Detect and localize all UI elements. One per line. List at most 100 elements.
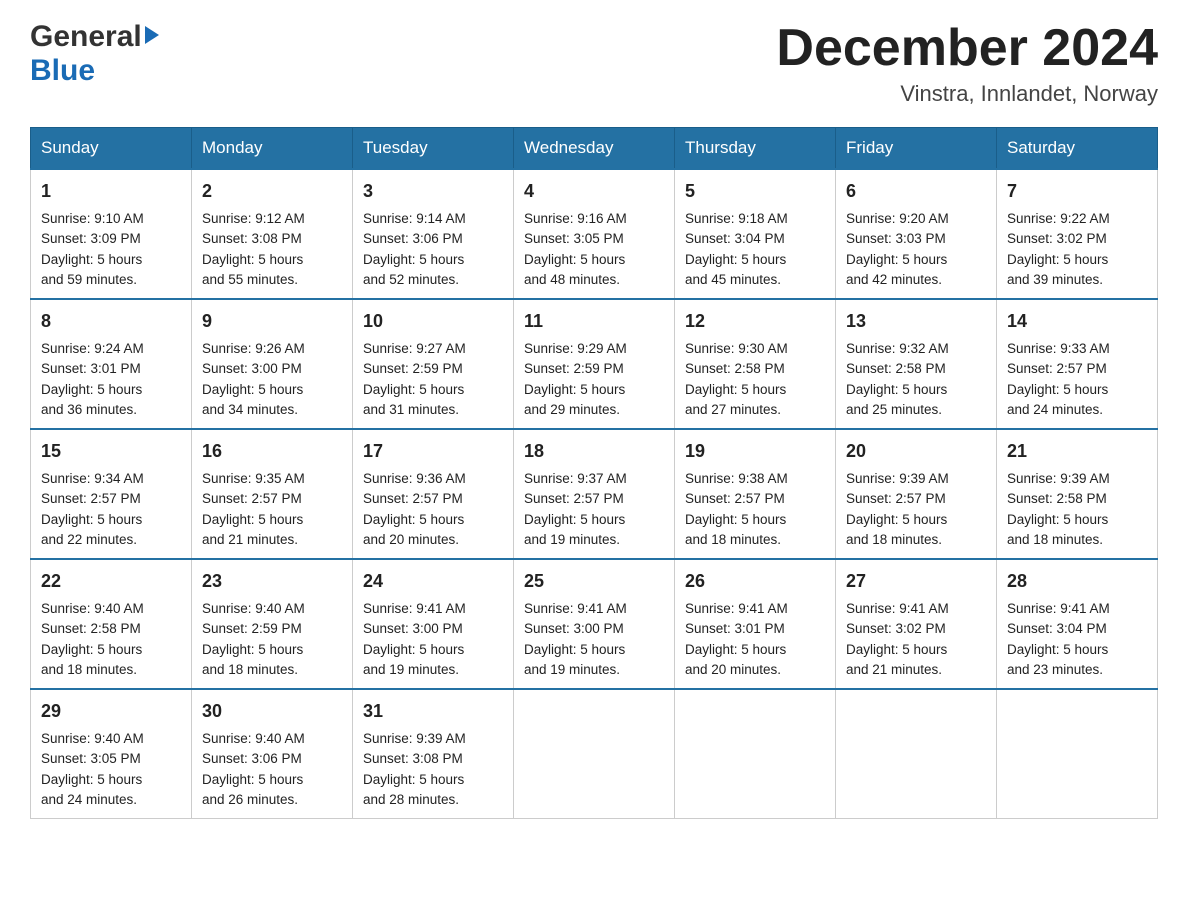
cell-info-line: and 28 minutes.	[363, 792, 459, 807]
cell-info-line: Sunrise: 9:40 AM	[41, 731, 144, 746]
cell-info-line: Sunrise: 9:24 AM	[41, 341, 144, 356]
cell-info-line: Sunset: 2:57 PM	[363, 491, 463, 506]
calendar-day-cell: 13Sunrise: 9:32 AMSunset: 2:58 PMDayligh…	[836, 299, 997, 429]
cell-info-line: and 18 minutes.	[685, 532, 781, 547]
day-number: 6	[846, 178, 986, 205]
cell-info-line: and 23 minutes.	[1007, 662, 1103, 677]
calendar-table: Sunday Monday Tuesday Wednesday Thursday…	[30, 127, 1158, 819]
day-number: 8	[41, 308, 181, 335]
cell-info-line: Daylight: 5 hours	[363, 252, 464, 267]
col-sunday: Sunday	[31, 128, 192, 170]
cell-info-line: Daylight: 5 hours	[685, 642, 786, 657]
day-number: 7	[1007, 178, 1147, 205]
cell-info-line: and 39 minutes.	[1007, 272, 1103, 287]
cell-info-line: Daylight: 5 hours	[1007, 642, 1108, 657]
logo-triangle-icon	[145, 26, 159, 44]
day-number: 29	[41, 698, 181, 725]
cell-info-line: Daylight: 5 hours	[846, 382, 947, 397]
day-number: 26	[685, 568, 825, 595]
calendar-day-cell: 14Sunrise: 9:33 AMSunset: 2:57 PMDayligh…	[997, 299, 1158, 429]
cell-info-line: Sunset: 2:58 PM	[846, 361, 946, 376]
calendar-day-cell: 17Sunrise: 9:36 AMSunset: 2:57 PMDayligh…	[353, 429, 514, 559]
calendar-day-cell: 26Sunrise: 9:41 AMSunset: 3:01 PMDayligh…	[675, 559, 836, 689]
cell-info-line: and 20 minutes.	[685, 662, 781, 677]
day-number: 31	[363, 698, 503, 725]
calendar-day-cell: 9Sunrise: 9:26 AMSunset: 3:00 PMDaylight…	[192, 299, 353, 429]
cell-info-line: and 45 minutes.	[685, 272, 781, 287]
calendar-day-cell: 11Sunrise: 9:29 AMSunset: 2:59 PMDayligh…	[514, 299, 675, 429]
calendar-day-cell: 2Sunrise: 9:12 AMSunset: 3:08 PMDaylight…	[192, 169, 353, 299]
cell-info-line: Sunset: 3:08 PM	[363, 751, 463, 766]
cell-info-line: and 18 minutes.	[202, 662, 298, 677]
cell-info-line: and 34 minutes.	[202, 402, 298, 417]
cell-info-line: Sunset: 2:58 PM	[685, 361, 785, 376]
cell-info-line: and 19 minutes.	[524, 662, 620, 677]
cell-info-line: and 55 minutes.	[202, 272, 298, 287]
cell-info-line: and 22 minutes.	[41, 532, 137, 547]
cell-info-line: Daylight: 5 hours	[1007, 512, 1108, 527]
week-row-4: 22Sunrise: 9:40 AMSunset: 2:58 PMDayligh…	[31, 559, 1158, 689]
calendar-day-cell: 28Sunrise: 9:41 AMSunset: 3:04 PMDayligh…	[997, 559, 1158, 689]
calendar-day-cell: 24Sunrise: 9:41 AMSunset: 3:00 PMDayligh…	[353, 559, 514, 689]
cell-info-line: and 21 minutes.	[202, 532, 298, 547]
cell-info-line: Sunrise: 9:36 AM	[363, 471, 466, 486]
calendar-day-cell: 27Sunrise: 9:41 AMSunset: 3:02 PMDayligh…	[836, 559, 997, 689]
cell-info-line: Daylight: 5 hours	[41, 642, 142, 657]
cell-info-line: Sunrise: 9:26 AM	[202, 341, 305, 356]
cell-info-line: Daylight: 5 hours	[846, 252, 947, 267]
col-thursday: Thursday	[675, 128, 836, 170]
cell-info-line: Sunset: 2:59 PM	[202, 621, 302, 636]
cell-info-line: Sunset: 3:08 PM	[202, 231, 302, 246]
cell-info-line: Sunrise: 9:40 AM	[41, 601, 144, 616]
cell-info-line: Sunset: 2:57 PM	[685, 491, 785, 506]
cell-info-line: and 18 minutes.	[41, 662, 137, 677]
cell-info-line: Sunrise: 9:12 AM	[202, 211, 305, 226]
day-number: 9	[202, 308, 342, 335]
day-number: 18	[524, 438, 664, 465]
cell-info-line: Daylight: 5 hours	[363, 382, 464, 397]
cell-info-line: Sunset: 3:06 PM	[202, 751, 302, 766]
cell-info-line: and 24 minutes.	[41, 792, 137, 807]
cell-info-line: Daylight: 5 hours	[363, 772, 464, 787]
cell-info-line: Daylight: 5 hours	[41, 772, 142, 787]
cell-info-line: Sunrise: 9:41 AM	[363, 601, 466, 616]
cell-info-line: and 52 minutes.	[363, 272, 459, 287]
cell-info-line: Daylight: 5 hours	[1007, 382, 1108, 397]
cell-info-line: Sunset: 2:57 PM	[524, 491, 624, 506]
cell-info-line: Sunset: 2:57 PM	[41, 491, 141, 506]
cell-info-line: Daylight: 5 hours	[202, 512, 303, 527]
cell-info-line: Daylight: 5 hours	[363, 512, 464, 527]
month-title: December 2024	[776, 20, 1158, 77]
cell-info-line: Sunrise: 9:16 AM	[524, 211, 627, 226]
page-header: General Blue December 2024 Vinstra, Innl…	[30, 20, 1158, 107]
cell-info-line: Sunrise: 9:39 AM	[363, 731, 466, 746]
calendar-day-cell: 29Sunrise: 9:40 AMSunset: 3:05 PMDayligh…	[31, 689, 192, 819]
cell-info-line: and 20 minutes.	[363, 532, 459, 547]
cell-info-line: Daylight: 5 hours	[41, 382, 142, 397]
cell-info-line: Daylight: 5 hours	[685, 252, 786, 267]
cell-info-line: Daylight: 5 hours	[41, 512, 142, 527]
cell-info-line: Sunset: 3:03 PM	[846, 231, 946, 246]
calendar-day-cell: 5Sunrise: 9:18 AMSunset: 3:04 PMDaylight…	[675, 169, 836, 299]
day-number: 24	[363, 568, 503, 595]
cell-info-line: and 31 minutes.	[363, 402, 459, 417]
cell-info-line: Sunset: 3:04 PM	[1007, 621, 1107, 636]
cell-info-line: Sunset: 2:57 PM	[1007, 361, 1107, 376]
day-number: 30	[202, 698, 342, 725]
calendar-day-cell	[836, 689, 997, 819]
cell-info-line: Daylight: 5 hours	[524, 512, 625, 527]
cell-info-line: and 42 minutes.	[846, 272, 942, 287]
cell-info-line: Sunset: 2:59 PM	[363, 361, 463, 376]
day-number: 19	[685, 438, 825, 465]
calendar-header-row: Sunday Monday Tuesday Wednesday Thursday…	[31, 128, 1158, 170]
cell-info-line: Sunrise: 9:34 AM	[41, 471, 144, 486]
day-number: 16	[202, 438, 342, 465]
cell-info-line: and 36 minutes.	[41, 402, 137, 417]
cell-info-line: and 19 minutes.	[363, 662, 459, 677]
cell-info-line: Sunrise: 9:35 AM	[202, 471, 305, 486]
cell-info-line: and 25 minutes.	[846, 402, 942, 417]
calendar-day-cell: 8Sunrise: 9:24 AMSunset: 3:01 PMDaylight…	[31, 299, 192, 429]
cell-info-line: Sunrise: 9:18 AM	[685, 211, 788, 226]
cell-info-line: and 59 minutes.	[41, 272, 137, 287]
week-row-1: 1Sunrise: 9:10 AMSunset: 3:09 PMDaylight…	[31, 169, 1158, 299]
